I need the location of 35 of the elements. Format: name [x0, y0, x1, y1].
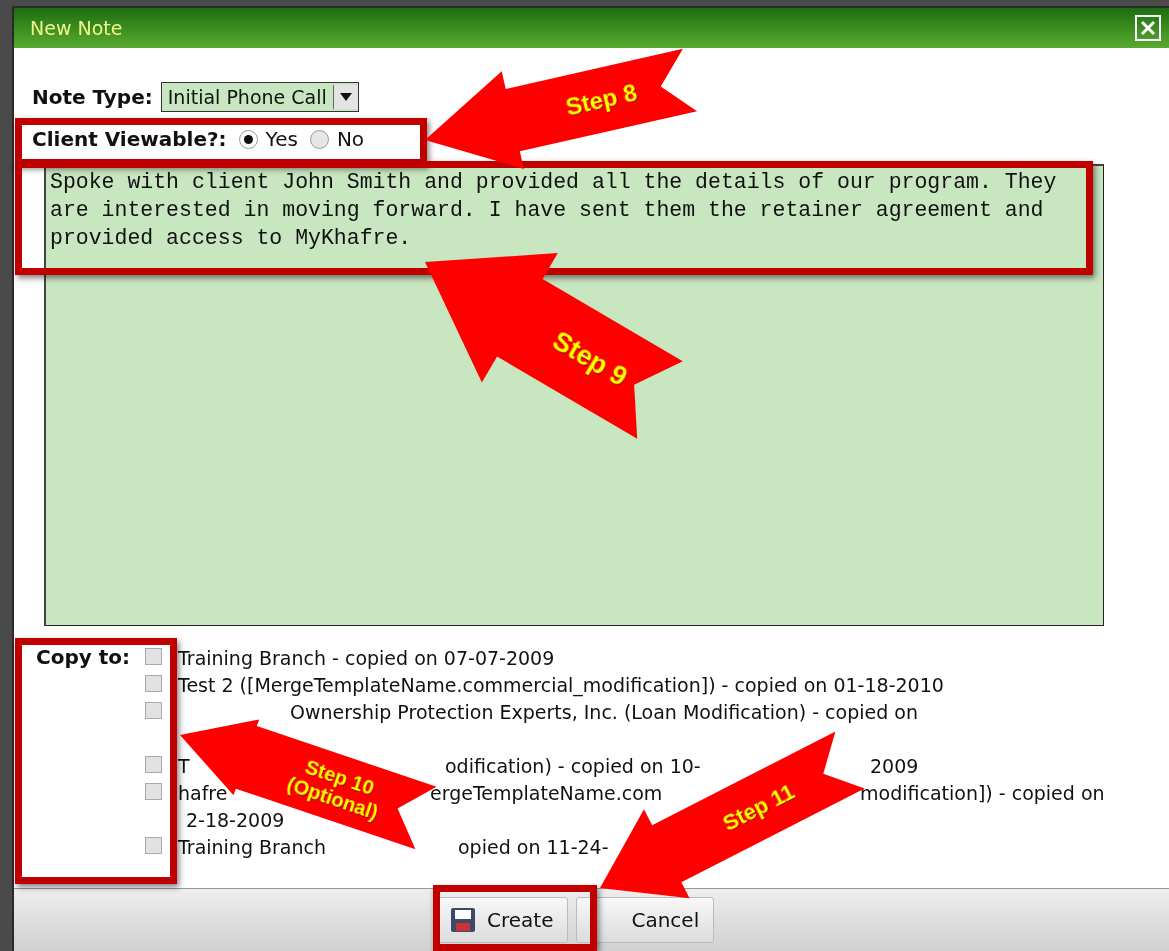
radio-button[interactable] [309, 129, 329, 149]
copy-target-text: 2009 [870, 754, 919, 777]
checkbox[interactable] [145, 702, 162, 719]
window-title: New Note [30, 17, 123, 39]
close-button[interactable] [1135, 15, 1161, 41]
field-label: Copy to: [36, 644, 132, 671]
radio-label: No [336, 127, 365, 151]
copy-target-text: 2-18-2009 [186, 808, 285, 831]
radio-button[interactable] [238, 129, 258, 149]
annotation-label: Step 9 [547, 325, 633, 393]
cancel-button[interactable]: Cancel [576, 897, 715, 943]
copy-target-text: modification]) - copied on [860, 781, 1105, 804]
checkbox[interactable] [145, 837, 162, 854]
create-button[interactable]: Create [438, 897, 569, 943]
copy-target-text: ergeTemplateName.com [430, 781, 663, 804]
radio-label: Yes [265, 127, 298, 151]
annotation-label: Step 11 [718, 778, 799, 836]
field-label: Note Type: [32, 85, 153, 109]
copy-target-text: opied on 11-24- [458, 835, 609, 858]
copy-target-text: odification) - copied on 10- [445, 754, 701, 777]
copy-target-text: Ownership Protection Experts, Inc. (Loan Modification) - copied on [290, 700, 918, 723]
copy-target-text: Training Branch [178, 835, 327, 858]
checkbox[interactable] [145, 648, 162, 665]
field-label: Client Viewable?: [32, 127, 227, 151]
caret-icon [339, 93, 352, 101]
annotation-label: Step 8 [563, 78, 640, 122]
copy-target-text: Test 2 ([MergeTemplateName.commercial_modification]) - copied on 01-18-2010 [178, 673, 944, 696]
note-type-dropdown[interactable]: Initial Phone Call [160, 82, 359, 112]
copy-target-text: T [178, 754, 190, 777]
copy-target-text: hafre [178, 781, 228, 804]
close-icon [1140, 20, 1156, 36]
checkbox[interactable] [145, 675, 162, 692]
checkbox[interactable] [145, 756, 162, 773]
checkbox[interactable] [145, 783, 162, 800]
copy-target-text: Training Branch - copied on 07-07-2009 [178, 646, 555, 669]
